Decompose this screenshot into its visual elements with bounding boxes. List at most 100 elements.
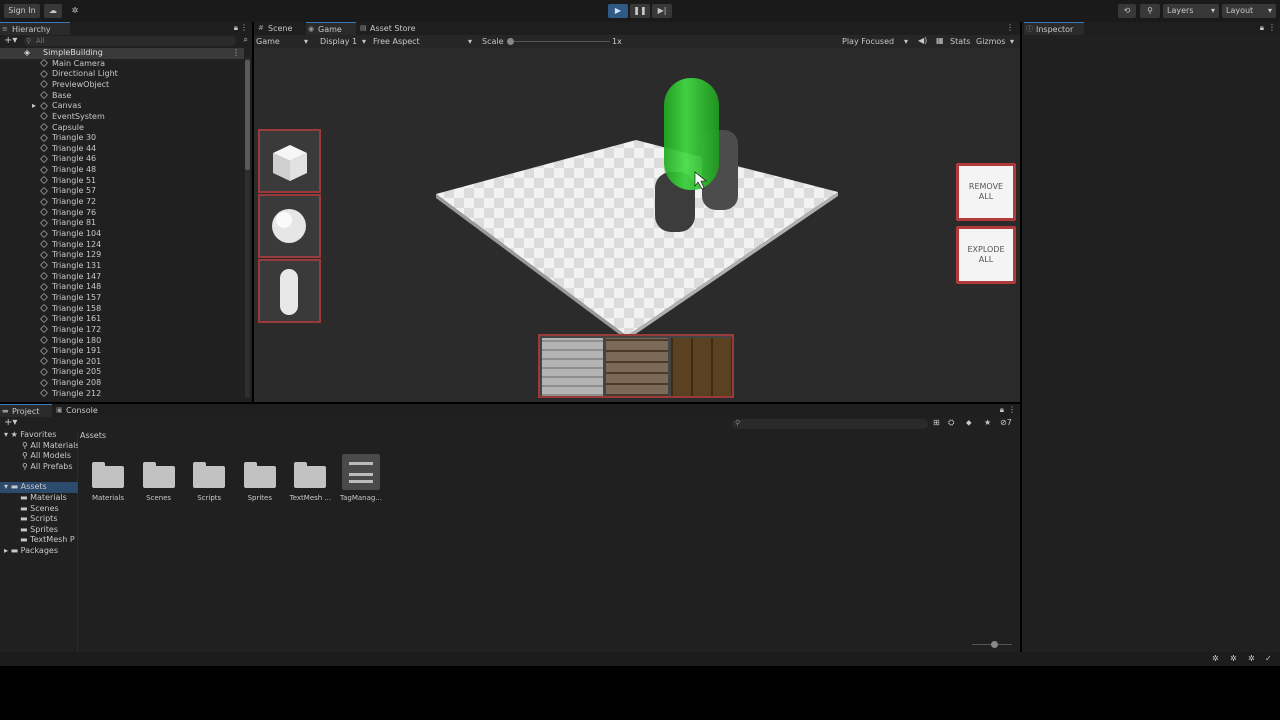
hierarchy-item[interactable]: Triangle 48 [40,165,96,176]
aspect-dropdown[interactable]: Free Aspect [373,37,420,46]
step-icon[interactable]: ▶| [652,4,672,18]
hierarchy-item[interactable]: Triangle 30 [40,133,96,144]
hierarchy-item[interactable]: Base [40,91,71,102]
progress-icon[interactable]: ✲ [1230,654,1237,663]
hierarchy-item[interactable]: Triangle 172 [40,325,101,336]
slider-handle[interactable] [507,38,514,45]
hierarchy-item[interactable]: EventSystem [40,112,105,123]
hierarchy-item[interactable]: ▸ Canvas [32,101,81,112]
more-icon[interactable]: ⋮ [1006,23,1014,32]
hierarchy-item[interactable]: Triangle 104 [40,229,101,240]
hierarchy-item[interactable]: Triangle 44 [40,144,96,155]
check-icon[interactable]: ✓ [1265,654,1272,663]
hierarchy-item[interactable]: Triangle 124 [40,240,101,251]
add-icon[interactable]: +▾ [4,35,17,46]
add-icon[interactable]: +▾ [4,417,17,428]
asset-folder-item[interactable]: ▬ Materials [20,493,78,504]
hierarchy-item[interactable]: Triangle 157 [40,293,101,304]
slider-handle[interactable] [991,641,998,648]
hierarchy-item[interactable]: Triangle 129 [40,250,101,261]
hierarchy-item[interactable]: Triangle 201 [40,357,101,368]
tab-inspector[interactable]: ⓘ Inspector [1024,22,1084,35]
hierarchy-item[interactable]: Triangle 208 [40,378,101,389]
filter-label-icon[interactable]: ⛭ [948,418,954,428]
favorite-item[interactable]: ⚲ All Prefabs [22,462,78,473]
more-icon[interactable]: ⋮ [1008,405,1016,414]
asset-folder-item[interactable]: ▬ Scenes [20,504,78,515]
favorites-row[interactable]: ▾ ★ Favorites [4,430,56,441]
lock-icon[interactable]: 🔒︎ [234,23,238,33]
project-search-input[interactable]: ⚲ [732,419,928,429]
hierarchy-item[interactable]: PreviewObject [40,80,109,91]
hierarchy-item[interactable]: Triangle 51 [40,176,96,187]
hierarchy-item[interactable]: Triangle 147 [40,272,101,283]
favorite-item[interactable]: ⚲ All Materials [22,441,78,452]
lock-icon[interactable]: 🔒︎ [1260,23,1264,33]
asset-folder-item[interactable]: ▬ Sprites [20,525,78,536]
collab-icon[interactable]: ✲ [66,4,84,18]
tile-material-button[interactable] [542,338,603,396]
scene-visibility-icon[interactable]: ⌕ [244,35,248,45]
hierarchy-item[interactable]: Triangle 161 [40,314,101,325]
packages-row[interactable]: ▸ ▬ Packages [4,546,58,557]
search-icon[interactable]: ⚲ [1140,4,1160,18]
hierarchy-item[interactable]: Triangle 212 [40,389,101,400]
hierarchy-item[interactable]: Triangle 148 [40,282,101,293]
hierarchy-item[interactable]: Triangle 81 [40,218,96,229]
hierarchy-item[interactable]: Triangle 158 [40,304,101,315]
tab-project[interactable]: ▬ Project [0,404,52,417]
gizmos-dropdown[interactable]: Gizmos [976,37,1005,46]
hierarchy-item[interactable]: Triangle 57 [40,186,96,197]
favorite-item[interactable]: ⚲ All Models [22,451,78,462]
chevron-right-icon[interactable]: ▸ [32,101,36,112]
stats-button[interactable]: Stats [950,37,970,46]
remove-all-button[interactable]: REMOVE ALL [956,163,1016,221]
layers-dropdown[interactable]: Layers ▾ [1163,4,1219,18]
hierarchy-item[interactable]: Triangle 46 [40,154,96,165]
filter-type-icon[interactable]: ⊞ [933,418,940,427]
star-icon[interactable]: ★ [984,418,991,427]
more-icon[interactable]: ⋮ [240,23,248,32]
audio-mute-icon[interactable]: ◀︎) [918,36,927,45]
hierarchy-item[interactable]: Triangle 72 [40,197,96,208]
explode-all-button[interactable]: EXPLODE ALL [956,226,1016,284]
cube-button[interactable] [258,129,321,193]
sign-in-button[interactable]: Sign In [4,4,40,18]
layout-dropdown[interactable]: Layout ▾ [1222,4,1276,18]
game-mode-dropdown[interactable]: Game [256,37,280,46]
lock-icon[interactable]: 🔒︎ [1000,405,1004,415]
scrollbar-thumb[interactable] [245,60,250,170]
play-focused-dropdown[interactable]: Play Focused [842,37,894,46]
tab-asset-store[interactable]: ▤ Asset Store [358,22,420,35]
tab-scene[interactable]: # Scene [256,22,304,35]
asset-tile[interactable]: TagManag... [331,454,391,504]
hierarchy-search-input[interactable]: ⚲ All [24,36,236,46]
hierarchy-item[interactable]: Triangle 131 [40,261,101,272]
tag-icon[interactable]: ⬥ [966,418,972,428]
hierarchy-item[interactable]: Triangle 205 [40,367,101,378]
hierarchy-item[interactable]: Triangle 180 [40,336,101,347]
debug-icon[interactable]: ✲ [1248,654,1255,663]
history-icon[interactable]: ⟲ [1118,4,1136,18]
assets-row[interactable]: ▾ ▬ Assets [0,482,78,493]
wood-material-button[interactable] [671,338,732,396]
hierarchy-item[interactable]: Capsule [40,123,84,134]
hidden-packages-icon[interactable]: ⊘7 [1000,418,1012,427]
tab-console[interactable]: ▣ Console [54,404,110,417]
tab-game[interactable]: ◉ Game [306,22,356,35]
more-icon[interactable]: ⋮ [232,48,240,59]
asset-folder-item[interactable]: ▬ Scripts [20,514,78,525]
scene-row[interactable]: ◈ SimpleBuilding ⋮ [0,48,244,59]
scale-slider[interactable] [507,38,610,45]
icon-size-slider[interactable] [972,641,1012,648]
capsule-button[interactable] [258,259,321,323]
more-icon[interactable]: ⋮ [1268,23,1276,32]
display-dropdown[interactable]: Display 1 [320,37,357,46]
hierarchy-item[interactable]: Main Camera [40,59,105,70]
cloud-icon[interactable]: ☁ [44,4,62,18]
hierarchy-item[interactable]: Triangle 76 [40,208,96,219]
sphere-button[interactable] [258,194,321,258]
diagnostics-icon[interactable]: ✲ [1212,654,1219,663]
pause-icon[interactable]: ❚❚ [630,4,650,18]
brick-material-button[interactable] [606,338,668,396]
